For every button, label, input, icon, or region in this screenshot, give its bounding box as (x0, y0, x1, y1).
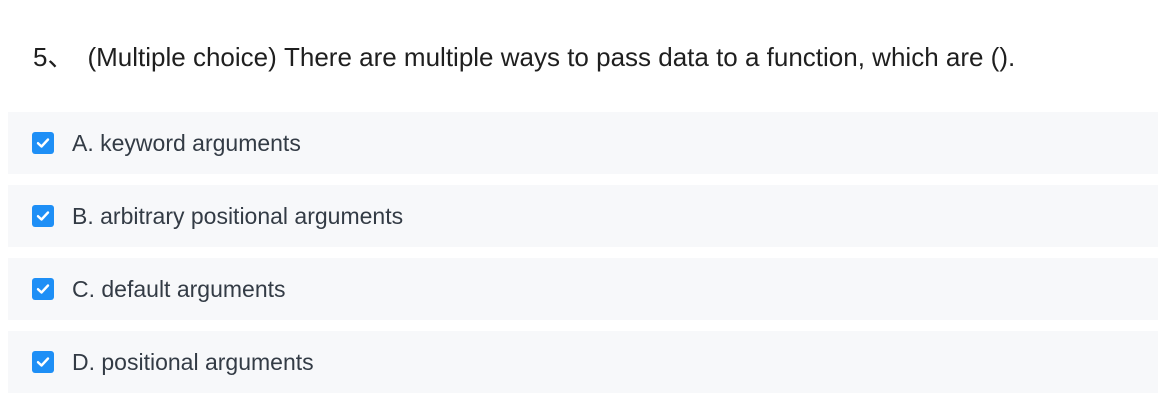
checkbox-checked-icon[interactable] (32, 351, 54, 373)
checkbox-checked-icon[interactable] (32, 132, 54, 154)
options-list: A. keyword arguments B. arbitrary positi… (8, 112, 1158, 404)
option-label: A. keyword arguments (72, 129, 301, 156)
question-number: 5、 (33, 42, 74, 72)
option-label: B. arbitrary positional arguments (72, 202, 404, 229)
option-d[interactable]: D. positional arguments (8, 331, 1158, 393)
option-c[interactable]: C. default arguments (8, 258, 1158, 320)
checkbox-checked-icon[interactable] (32, 205, 54, 227)
option-label: C. default arguments (72, 275, 286, 302)
checkbox-checked-icon[interactable] (32, 278, 54, 300)
option-label: D. positional arguments (72, 348, 314, 375)
question-title: 5、 (Multiple choice) There are multiple w… (33, 40, 1015, 74)
option-a[interactable]: A. keyword arguments (8, 112, 1158, 174)
question-text: (Multiple choice) There are multiple way… (87, 42, 1016, 72)
option-b[interactable]: B. arbitrary positional arguments (8, 185, 1158, 247)
